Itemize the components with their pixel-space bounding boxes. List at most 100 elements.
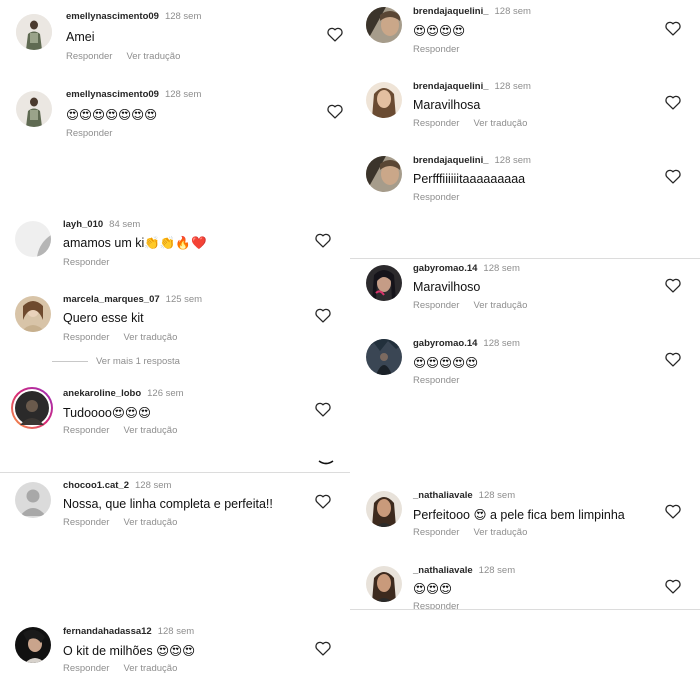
comment-meta: chocoo1.cat_2 128 sem	[63, 480, 171, 491]
username[interactable]: brendajaquelini_	[413, 155, 489, 166]
reply-button[interactable]: Responder	[66, 51, 112, 62]
username[interactable]: anekaroline_lobo	[63, 388, 141, 399]
heart-outline-icon[interactable]	[664, 277, 682, 293]
reply-button[interactable]: Responder	[63, 425, 109, 436]
comment-meta: fernandahadassa12 128 sem	[63, 626, 194, 637]
reply-button[interactable]: Responder	[63, 257, 109, 268]
heart-outline-icon[interactable]	[664, 503, 682, 519]
comment-actions: Responder Ver tradução	[63, 663, 177, 674]
avatar[interactable]	[366, 82, 402, 118]
translate-button[interactable]: Ver tradução	[126, 51, 180, 62]
avatar[interactable]	[366, 339, 402, 375]
comment-actions: Responder Ver tradução	[413, 300, 527, 311]
heart-outline-icon[interactable]	[326, 26, 344, 42]
avatar[interactable]	[15, 627, 51, 663]
avatar[interactable]	[15, 221, 51, 257]
username[interactable]: gabyromao.14	[413, 338, 477, 349]
comment-item: fernandahadassa12 128 sem O kit de milhõe…	[0, 624, 350, 694]
username[interactable]: emellynascimento09	[66, 89, 159, 100]
heart-outline-icon[interactable]	[664, 578, 682, 594]
timestamp: 128 sem	[494, 81, 531, 92]
comment-text: Nossa, que linha completa e perfeita!!	[63, 497, 273, 511]
translate-button[interactable]: Ver tradução	[123, 425, 177, 436]
reply-button[interactable]: Responder	[63, 517, 109, 528]
reply-button[interactable]: Responder	[413, 44, 459, 55]
reply-button[interactable]: Responder	[413, 118, 459, 129]
comment-actions: Responder	[413, 601, 459, 609]
avatar[interactable]	[15, 296, 51, 332]
avatar[interactable]	[366, 265, 402, 301]
username[interactable]: layh_010	[63, 219, 103, 230]
comment-actions: Responder	[66, 128, 112, 139]
avatar[interactable]	[366, 491, 402, 527]
username[interactable]: brendajaquelini_	[413, 6, 489, 17]
translate-button[interactable]: Ver tradução	[123, 332, 177, 343]
heart-outline-icon[interactable]	[314, 401, 332, 417]
heart-outline-icon[interactable]	[314, 232, 332, 248]
username[interactable]: brendajaquelini_	[413, 81, 489, 92]
reply-button[interactable]: Responder	[413, 601, 459, 609]
avatar[interactable]	[16, 14, 52, 50]
avatar[interactable]	[366, 156, 402, 192]
heart-outline-icon[interactable]	[314, 640, 332, 656]
comment-actions: Responder Ver tradução	[413, 118, 527, 129]
heart-outline-icon[interactable]	[326, 103, 344, 119]
timestamp: 128 sem	[483, 263, 520, 274]
comment-text: Perfffiiiiiitaaaaaaaaa	[413, 172, 526, 186]
translate-button[interactable]: Ver tradução	[123, 663, 177, 674]
comment-item: emellynascimento09 128 sem Amei Responder…	[0, 8, 350, 78]
reply-button[interactable]: Responder	[413, 192, 459, 203]
avatar[interactable]	[366, 7, 402, 43]
timestamp: 128 sem	[483, 338, 520, 349]
default-avatar-icon[interactable]	[15, 482, 51, 518]
comment-text: Tudoooo😍😍😍	[63, 406, 151, 420]
reply-button[interactable]: Responder	[66, 128, 112, 139]
username[interactable]: fernandahadassa12	[63, 626, 152, 637]
username[interactable]: _nathaliavale	[413, 490, 473, 501]
comment-actions: Responder Ver tradução	[63, 425, 177, 436]
timestamp: 126 sem	[147, 388, 184, 399]
comment-item: chocoo1.cat_2 128 sem Nossa, que linha co…	[0, 477, 350, 547]
comment-text: Quero esse kit	[63, 311, 144, 325]
avatar[interactable]	[16, 91, 52, 127]
heart-outline-icon[interactable]	[664, 351, 682, 367]
comment-text: 😍😍😍😍😍😍😍	[66, 108, 158, 122]
comment-item: _nathaliavale 128 sem Perfeitooo 😍 a pele…	[350, 487, 700, 557]
reply-button[interactable]: Responder	[413, 300, 459, 311]
username[interactable]: _nathaliavale	[413, 565, 473, 576]
username[interactable]: emellynascimento09	[66, 11, 159, 22]
separator	[0, 472, 350, 473]
comment-meta: _nathaliavale 128 sem	[413, 490, 515, 501]
comment-text: 😍😍😍	[413, 582, 453, 596]
avatar[interactable]	[366, 566, 402, 602]
comment-text: Maravilhoso	[413, 280, 481, 294]
heart-outline-icon[interactable]	[664, 20, 682, 36]
reply-button[interactable]: Responder	[63, 332, 109, 343]
avatar-story-ring[interactable]	[11, 387, 53, 429]
translate-button[interactable]: Ver tradução	[473, 527, 527, 538]
comment-item: gabyromao.14 128 sem Maravilhoso Responde…	[350, 260, 700, 330]
comment-meta: emellynascimento09 128 sem	[66, 11, 201, 22]
username[interactable]: chocoo1.cat_2	[63, 480, 129, 491]
comment-actions: Responder	[413, 375, 459, 386]
timestamp: 125 sem	[165, 294, 203, 305]
comment-actions: Responder	[413, 44, 459, 55]
comment-meta: emellynascimento09 128 sem	[66, 89, 201, 100]
timestamp: 128 sem	[478, 490, 516, 501]
view-more-replies-button[interactable]: Ver mais 1 resposta	[52, 356, 180, 367]
reply-button[interactable]: Responder	[413, 375, 459, 386]
reply-button[interactable]: Responder	[413, 527, 459, 538]
timestamp: 128 sem	[478, 565, 516, 576]
reply-button[interactable]: Responder	[63, 663, 109, 674]
username[interactable]: gabyromao.14	[413, 263, 477, 274]
heart-outline-icon[interactable]	[664, 94, 682, 110]
username[interactable]: marcela_marques_07	[63, 294, 160, 305]
heart-outline-icon[interactable]	[314, 493, 332, 509]
heart-outline-icon[interactable]	[314, 307, 332, 323]
translate-button[interactable]: Ver tradução	[473, 118, 527, 129]
timestamp: 128 sem	[494, 155, 531, 166]
comment-actions: Responder Ver tradução	[413, 527, 527, 538]
translate-button[interactable]: Ver tradução	[123, 517, 177, 528]
heart-outline-icon[interactable]	[664, 168, 682, 184]
translate-button[interactable]: Ver tradução	[473, 300, 527, 311]
